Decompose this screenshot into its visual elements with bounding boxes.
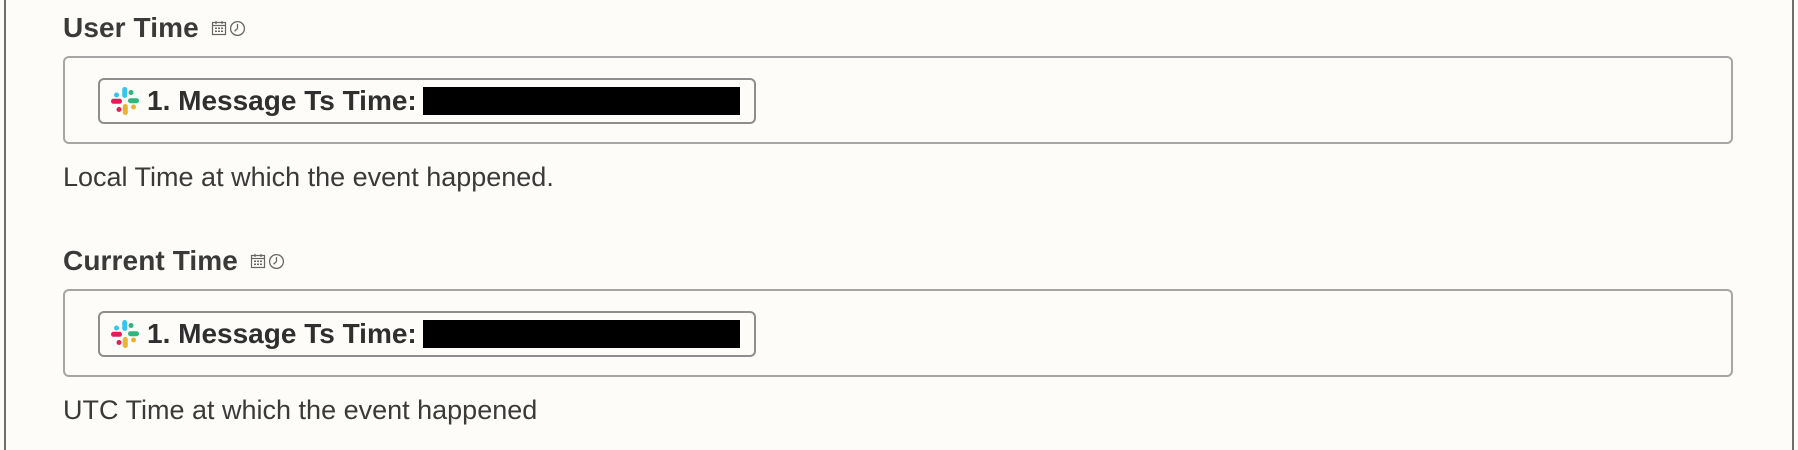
token-label: 1. Message Ts Time: — [147, 318, 417, 349]
field-label: Current Time — [63, 245, 238, 276]
calendar-icon — [250, 254, 266, 269]
slack-icon — [111, 320, 139, 348]
field-label-row: User Time — [63, 8, 1733, 48]
field-label: User Time — [63, 12, 199, 43]
field-help-text: UTC Time at which the event happened — [63, 395, 538, 425]
calendar-icon — [211, 21, 226, 36]
redacted-value — [422, 87, 740, 115]
field-type-icons — [250, 253, 285, 270]
field-current-time: Current Time 1. Message Ts Time: UTC Tim… — [63, 241, 1733, 426]
redacted-value — [422, 320, 740, 348]
current-time-input[interactable]: 1. Message Ts Time: — [63, 289, 1733, 377]
field-label-row: Current Time — [63, 241, 1733, 281]
clock-icon — [268, 253, 284, 269]
panel-border-left — [4, 0, 6, 450]
field-user-time: User Time 1. Message Ts Time: Local Time… — [63, 8, 1733, 193]
panel-border-right — [1792, 0, 1794, 450]
field-type-icons — [211, 20, 246, 37]
mapped-field-token[interactable]: 1. Message Ts Time: — [98, 311, 756, 357]
token-label: 1. Message Ts Time: — [147, 85, 417, 116]
clock-icon — [229, 20, 245, 36]
mapped-field-token[interactable]: 1. Message Ts Time: — [98, 78, 756, 124]
user-time-input[interactable]: 1. Message Ts Time: — [63, 56, 1733, 144]
field-help-text: Local Time at which the event happened. — [63, 162, 554, 192]
slack-icon — [111, 87, 139, 115]
